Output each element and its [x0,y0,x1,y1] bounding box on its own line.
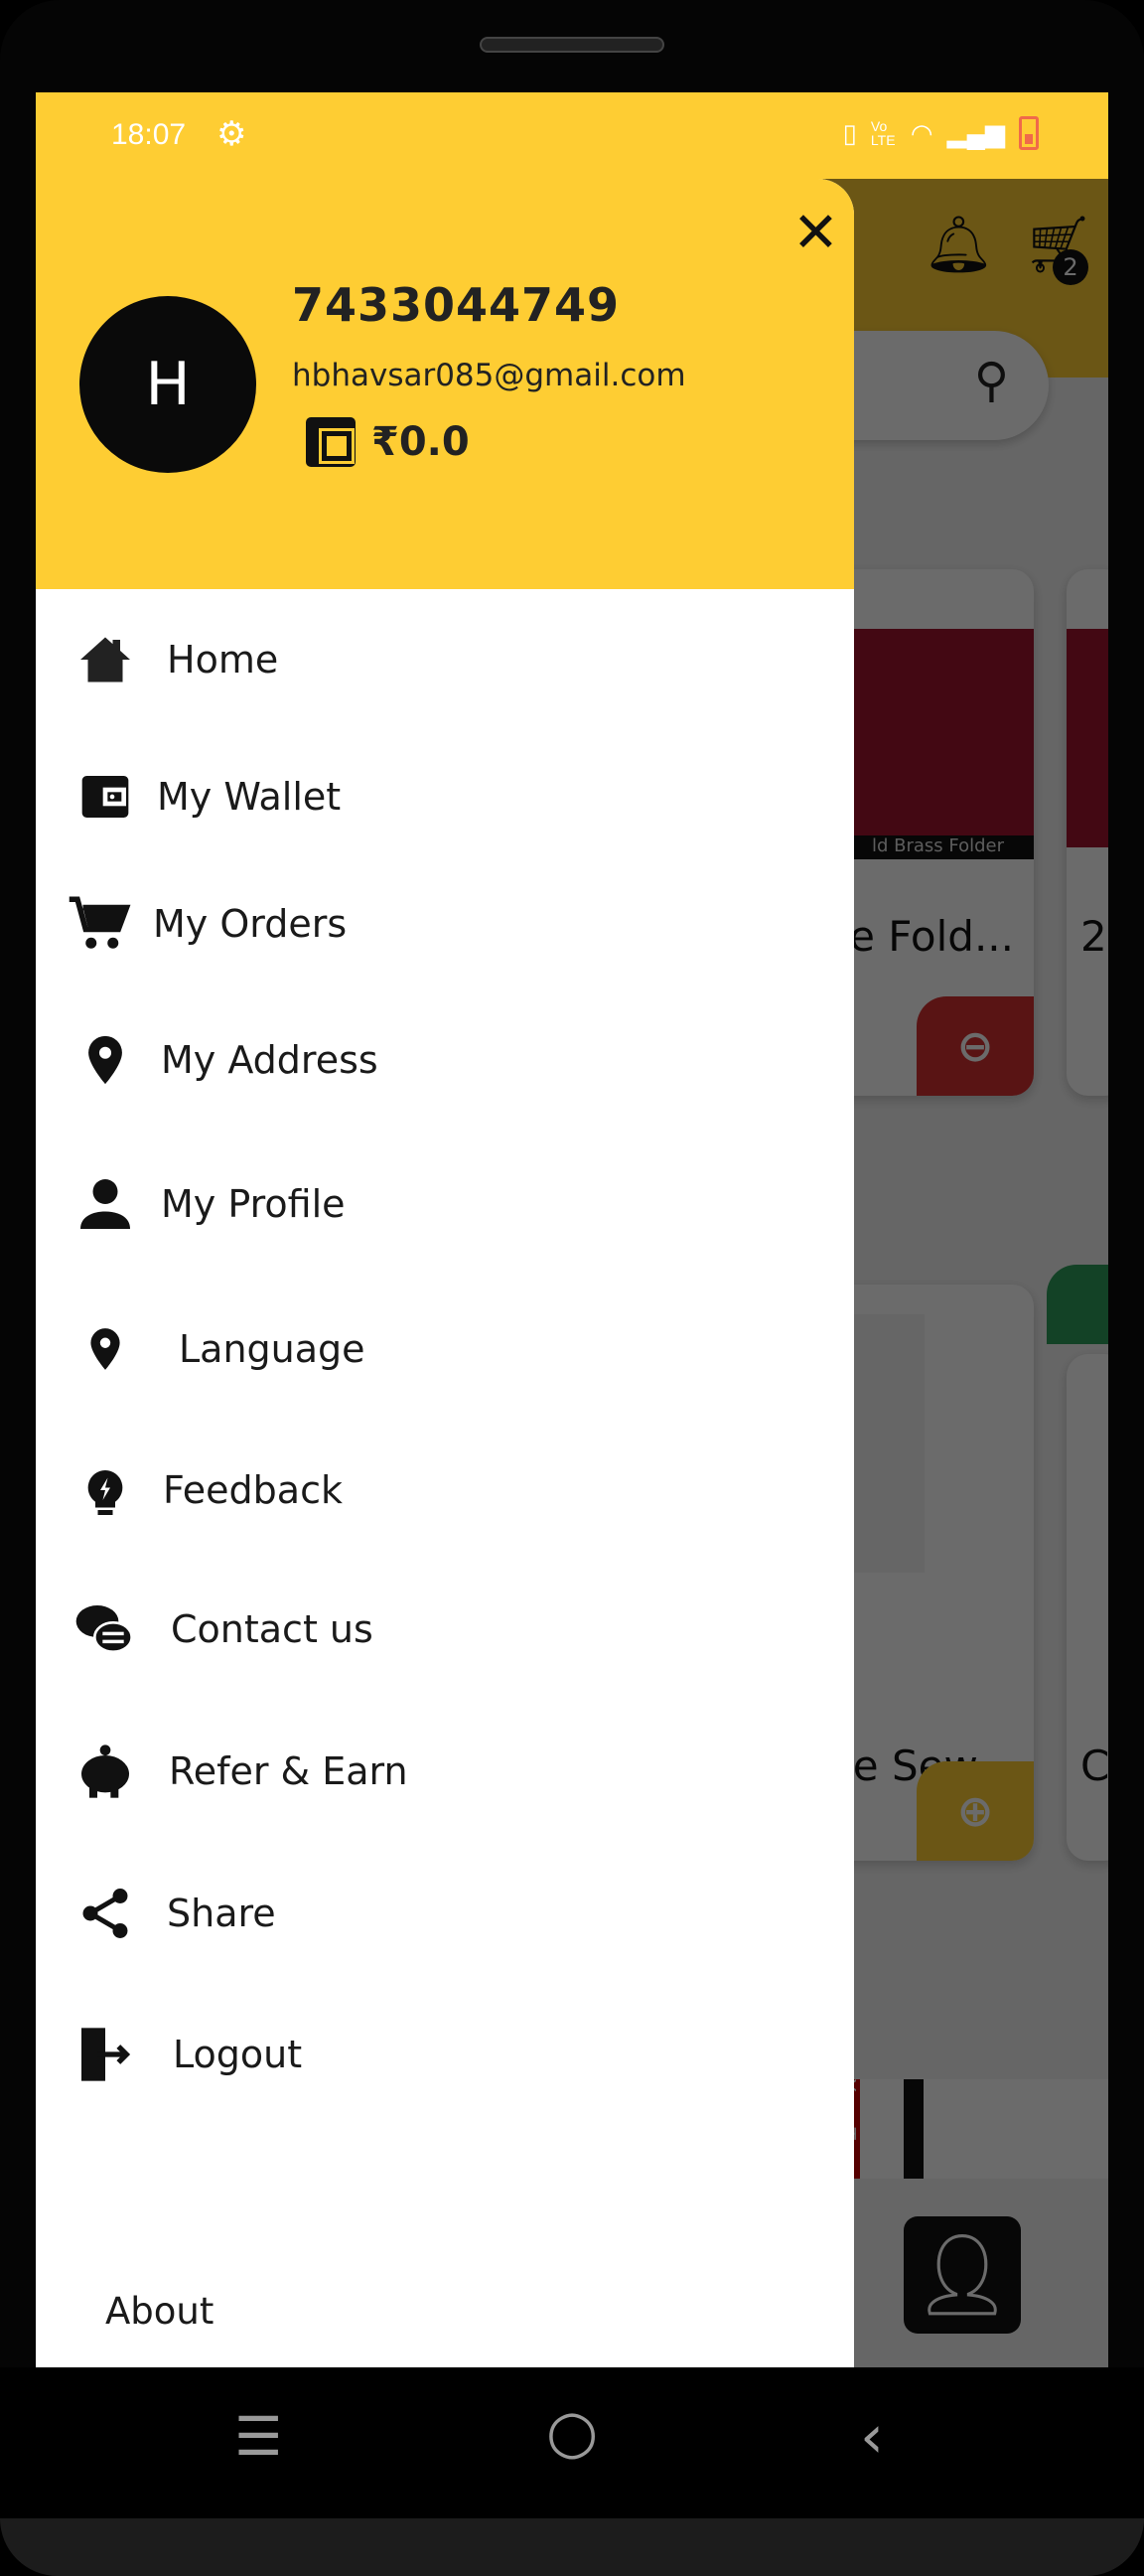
wallet-balance-value: ₹0.0 [371,419,470,465]
home-icon [72,626,139,693]
chat-icon [72,1595,139,1663]
product-card[interactable]: C [1067,1354,1108,1861]
share-icon [72,1880,139,1947]
menu-item-home[interactable]: Home [72,620,278,699]
product-title: C [1080,1742,1108,1790]
logout-icon [72,2021,139,2088]
search-icon: ⚲ [973,353,1009,408]
menu-item-language[interactable]: Language [72,1309,365,1389]
status-bar: 18:07 ⚙ ▯ Vo LTE ◠ ▂▄▆ [36,92,1108,179]
location-pin-icon [72,1315,139,1383]
piggy-bank-icon [72,1738,139,1805]
home-circle-icon[interactable]: ○ [546,2397,598,2467]
person-icon [72,1170,139,1238]
menu-label: My Wallet [157,775,342,819]
menu-label: Home [167,638,279,682]
lightbulb-icon [72,1456,139,1524]
battery-charging-icon [1019,116,1039,150]
product-card[interactable]: 2 [1067,569,1108,1096]
menu-label: My Address [161,1038,378,1082]
avatar: H [79,296,256,473]
menu-item-my-address[interactable]: My Address [72,1020,378,1100]
menu-item-my-profile[interactable]: My Profile [72,1164,346,1244]
menu-label: My Orders [153,902,348,946]
decrease-quantity-button[interactable]: ⊖ [917,996,1034,1096]
menu-item-refer-earn[interactable]: Refer & Earn [72,1732,408,1811]
profile-fab-icon[interactable]: 👤︎ [904,2216,1021,2334]
menu-item-my-orders[interactable]: My Orders [66,884,347,964]
cart-count-badge: 2 [1053,249,1088,285]
add-to-cart-button[interactable]: ⊕ [917,1761,1034,1861]
wallet-icon [72,763,139,831]
product-title: e Fold... [849,912,1014,961]
vibrate-icon: ▯ [842,117,857,148]
menu-label: Refer & Earn [169,1749,408,1793]
recent-apps-icon[interactable]: ☰ [234,2405,282,2468]
cart-icon [66,890,133,958]
menu-label: Feedback [163,1468,343,1512]
user-email: hbhavsar085@gmail.com [292,358,686,393]
product-image [1067,629,1108,847]
phone-bezel [0,2518,1144,2576]
wallet-balance[interactable]: ₹0.0 [306,417,470,467]
menu-item-my-wallet[interactable]: My Wallet [72,757,341,836]
menu-label: My Profile [161,1182,346,1226]
menu-item-logout[interactable]: Logout [72,2015,302,2094]
location-pin-icon [72,1026,139,1094]
menu-item-contact-us[interactable]: Contact us [72,1590,373,1669]
signal-icon: ▂▄▆ [946,117,1005,148]
status-time: 18:07 [111,118,187,151]
menu-label: Language [179,1327,365,1371]
user-phone: 7433044749 [292,278,621,332]
system-navigation-bar: ☰ ○ ‹ [0,2367,1144,2518]
status-icons: ▯ Vo LTE ◠ ▂▄▆ [843,116,1039,150]
settings-gear-icon: ⚙ [216,115,247,153]
offer-tag [1047,1265,1108,1344]
wallet-icon [306,417,356,467]
menu-label: Logout [173,2033,303,2076]
menu-item-feedback[interactable]: Feedback [72,1450,343,1530]
volte-icon: Vo LTE [870,118,896,148]
navigation-drawer: ✕ H 7433044749 hbhavsar085@gmail.com ₹0.… [36,179,854,2367]
menu-item-share[interactable]: Share [72,1874,276,1953]
speaker-grille [480,37,664,53]
menu-label: Share [167,1892,276,1935]
drawer-header: ✕ H 7433044749 hbhavsar085@gmail.com ₹0.… [36,179,854,589]
notification-bell-icon[interactable]: 🔔︎ [924,212,994,277]
about-link[interactable]: About [105,2287,214,2337]
close-icon[interactable]: ✕ [792,201,839,265]
wifi-icon: ◠ [910,117,933,148]
menu-label: Contact us [171,1607,373,1651]
phone-frame: 🔔︎ 🛒︎ 2 ⚲ ld Brass Folder e Fold... ⊖ 2 … [0,0,1144,2576]
back-icon[interactable]: ‹ [860,2402,884,2472]
screen: 🔔︎ 🛒︎ 2 ⚲ ld Brass Folder e Fold... ⊖ 2 … [36,92,1108,2367]
product-title: 2 [1080,912,1107,961]
